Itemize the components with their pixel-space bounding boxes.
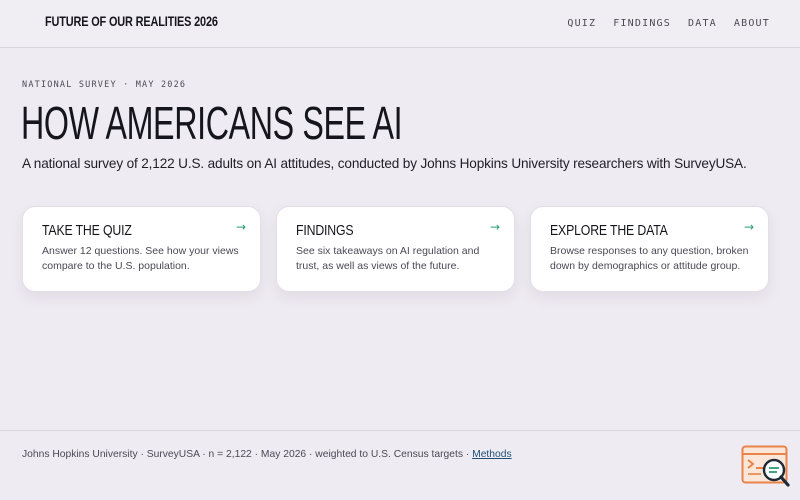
- site-brand[interactable]: FUTURE OF OUR REALITIES 2026: [45, 13, 218, 29]
- card-explore-the-data[interactable]: EXPLORE THE DATA → Browse responses to a…: [530, 206, 769, 292]
- page-title: HOW AMERICANS SEE AI: [21, 97, 403, 149]
- top-bar: FUTURE OF OUR REALITIES 2026 QUIZ FINDIN…: [0, 0, 800, 48]
- card-take-the-quiz[interactable]: TAKE THE QUIZ → Answer 12 questions. See…: [22, 206, 261, 292]
- nav-item-quiz[interactable]: QUIZ: [567, 18, 596, 29]
- arrow-right-icon: →: [235, 220, 246, 234]
- card-description: Answer 12 questions. See how your views …: [42, 245, 239, 272]
- footer-credits-text: Johns Hopkins University · SurveyUSA · n…: [22, 449, 473, 460]
- arrow-right-icon: →: [489, 220, 500, 234]
- card-description: See six takeaways on AI regulation and t…: [296, 245, 480, 272]
- page-footer: Johns Hopkins University · SurveyUSA · n…: [0, 430, 800, 500]
- terminal-search-icon[interactable]: [741, 445, 791, 490]
- card-title: TAKE THE QUIZ: [42, 222, 132, 239]
- nav-item-findings[interactable]: FINDINGS: [613, 18, 671, 29]
- page-subtitle: A national survey of 2,122 U.S. adults o…: [22, 156, 747, 171]
- arrow-right-icon: →: [743, 220, 754, 234]
- card-description: Browse responses to any question, broken…: [550, 245, 749, 272]
- nav-item-data[interactable]: DATA: [688, 18, 717, 29]
- hero-eyebrow: NATIONAL SURVEY · MAY 2026: [22, 80, 187, 90]
- card-title: FINDINGS: [296, 222, 354, 239]
- nav-item-about[interactable]: ABOUT: [734, 18, 770, 29]
- main-nav: QUIZ FINDINGS DATA ABOUT: [567, 18, 770, 29]
- card-findings[interactable]: FINDINGS → See six takeaways on AI regul…: [276, 206, 515, 292]
- footer-credits: Johns Hopkins University · SurveyUSA · n…: [22, 449, 512, 460]
- methods-link[interactable]: Methods: [472, 449, 512, 460]
- card-title: EXPLORE THE DATA: [550, 222, 668, 239]
